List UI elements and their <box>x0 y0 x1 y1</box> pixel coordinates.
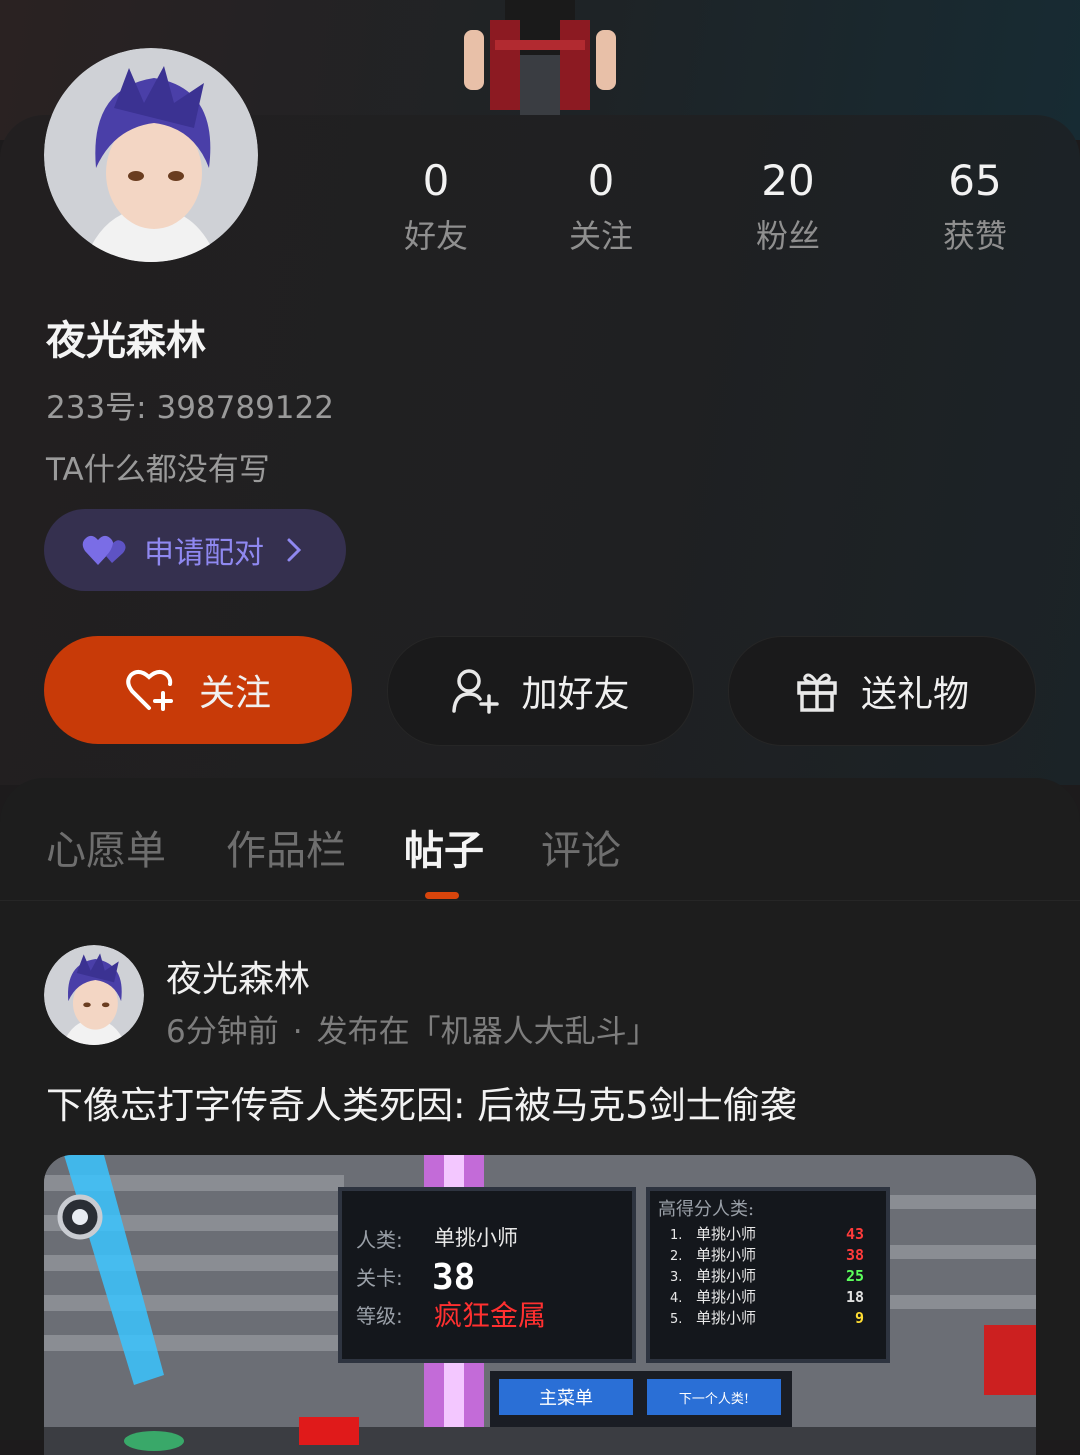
leaderboard-name: 单挑小师 <box>696 1225 756 1243</box>
post-title[interactable]: 下像忘打字传奇人类死因: 后被马克5剑士偷袭 <box>46 1075 797 1129</box>
stat-value: 0 <box>587 156 615 205</box>
post-author-avatar[interactable] <box>44 945 144 1045</box>
red-block <box>299 1417 359 1445</box>
leaderboard-score: 9 <box>855 1309 864 1327</box>
pair-request-label: 申请配对 <box>144 536 264 571</box>
stat-label: 获赞 <box>942 217 1007 255</box>
chevron-right-icon <box>286 537 302 563</box>
leaderboard-score: 18 <box>846 1288 864 1306</box>
main-menu-label: 主菜单 <box>539 1388 593 1409</box>
stat-value: 20 <box>761 156 815 205</box>
profile-uid: 233号: 398789122 <box>46 390 334 426</box>
human-label: 人类: <box>356 1228 403 1252</box>
leaderboard-rank: 4. <box>670 1291 682 1306</box>
add-friend-button[interactable]: 加好友 <box>387 636 694 746</box>
leaderboard-score: 25 <box>846 1267 864 1285</box>
level-label: 关卡: <box>356 1266 403 1290</box>
difficulty-value: 疯狂金属 <box>434 1299 546 1332</box>
leaderboard-name: 单挑小师 <box>696 1246 756 1264</box>
profile-bio: TA什么都没有写 <box>46 452 270 488</box>
tabs-divider <box>0 900 1080 901</box>
human-value: 单挑小师 <box>434 1226 518 1250</box>
leaderboard-score: 43 <box>846 1225 864 1243</box>
leaderboard-rank: 3. <box>670 1270 682 1285</box>
gift-icon <box>795 669 839 713</box>
tab-posts[interactable]: 帖子 <box>404 818 484 876</box>
avatar-3d-figure <box>464 0 616 118</box>
stat-label: 粉丝 <box>755 217 820 255</box>
follow-button[interactable]: 关注 <box>44 636 352 744</box>
leaderboard-title: 高得分人类: <box>658 1199 754 1220</box>
avatar-illustration <box>44 945 144 1045</box>
leaderboard-rank: 1. <box>670 1228 682 1243</box>
meta-separator: · <box>292 1014 303 1050</box>
add-friend-label: 加好友 <box>521 674 630 715</box>
leaderboard-name: 单挑小师 <box>696 1309 756 1327</box>
double-heart-icon <box>82 533 128 567</box>
profile-name: 夜光森林 <box>46 318 206 364</box>
leaderboard-name: 单挑小师 <box>696 1288 756 1306</box>
follow-label: 关注 <box>198 673 271 714</box>
next-human-label: 下一个人类! <box>679 1392 749 1407</box>
stat-fans[interactable]: 20 粉丝 <box>718 155 858 257</box>
red-light <box>984 1325 1036 1395</box>
active-tab-indicator <box>425 892 459 899</box>
stat-value: 65 <box>948 156 1002 205</box>
stat-label: 好友 <box>403 217 468 255</box>
game-screenshot: 人类: 单挑小师 关卡: 38 等级: 疯狂金属 高得分人类: 1. 单挑小师 43… <box>44 1155 1036 1455</box>
tab-works[interactable]: 作品栏 <box>226 818 346 876</box>
send-gift-button[interactable]: 送礼物 <box>728 636 1036 746</box>
tab-comments[interactable]: 评论 <box>541 818 621 876</box>
stat-value: 0 <box>422 156 450 205</box>
send-gift-label: 送礼物 <box>860 674 969 715</box>
heart-plus-icon <box>125 667 177 713</box>
leaderboard-rank: 5. <box>670 1312 682 1327</box>
green-glow <box>124 1431 184 1451</box>
level-value: 38 <box>432 1257 475 1298</box>
avatar[interactable] <box>44 48 258 262</box>
post-time: 6分钟前 <box>166 1014 279 1050</box>
leaderboard-name: 单挑小师 <box>696 1267 756 1285</box>
stat-friends[interactable]: 0 好友 <box>366 155 506 257</box>
stat-label: 关注 <box>568 217 633 255</box>
difficulty-label: 等级: <box>356 1304 403 1328</box>
avatar-illustration <box>44 48 258 262</box>
pair-request-button[interactable]: 申请配对 <box>44 509 346 591</box>
post-author-name[interactable]: 夜光森林 <box>166 950 310 1002</box>
post-game-link[interactable]: 发布在「机器人大乱斗」 <box>317 1014 658 1050</box>
post-meta: 6分钟前 · 发布在「机器人大乱斗」 <box>166 1006 658 1051</box>
add-person-icon <box>451 668 500 714</box>
stat-following[interactable]: 0 关注 <box>531 155 671 257</box>
stat-likes[interactable]: 65 获赞 <box>905 155 1045 257</box>
leaderboard-score: 38 <box>846 1246 864 1264</box>
leaderboard-rank: 2. <box>670 1249 682 1264</box>
tab-wishlist[interactable]: 心愿单 <box>46 818 166 876</box>
post-image[interactable]: 人类: 单挑小师 关卡: 38 等级: 疯狂金属 高得分人类: 1. 单挑小师 43… <box>44 1155 1036 1455</box>
